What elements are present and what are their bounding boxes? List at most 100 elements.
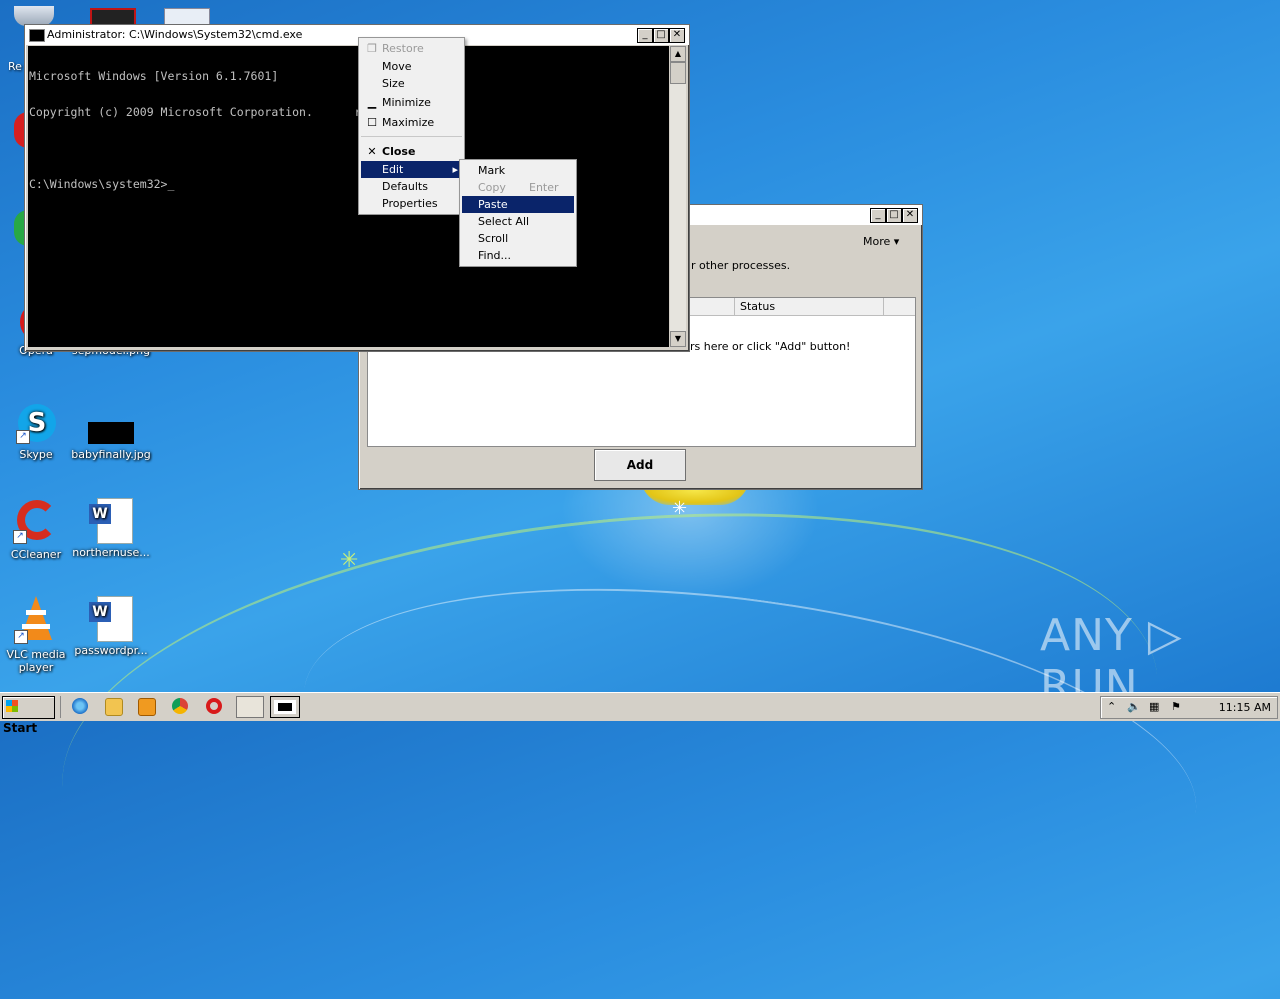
desktop-icon-label: Re bbox=[8, 60, 22, 73]
console-line: Copyright (c) 2009 Microsoft Corporation… bbox=[29, 105, 417, 119]
start-label: Start bbox=[3, 721, 38, 735]
menu-item-shortcut: Enter bbox=[529, 181, 559, 194]
network-icon[interactable]: ▦ bbox=[1149, 700, 1159, 713]
desktop-icon-ccleaner[interactable]: ↗ CCleaner bbox=[0, 498, 76, 561]
windows-logo-icon bbox=[6, 700, 18, 712]
empty-list-hint: rs here or click "Add" button! bbox=[690, 340, 851, 353]
scroll-thumb[interactable] bbox=[670, 62, 686, 84]
vertical-scrollbar[interactable]: ▲ ▼ bbox=[670, 46, 686, 347]
ie-icon[interactable] bbox=[72, 698, 88, 714]
edit-submenu[interactable]: Mark Copy Enter Paste Select All Scroll … bbox=[459, 159, 577, 267]
network-app-icon[interactable] bbox=[236, 696, 264, 718]
taskbar: Start ⌃ 🔈 ▦ ⚑ 11:15 AM bbox=[0, 692, 1280, 735]
more-button[interactable]: More ▾ bbox=[863, 235, 899, 248]
menu-item-paste[interactable]: Paste bbox=[462, 196, 574, 213]
minimize-button[interactable]: _ bbox=[637, 28, 653, 43]
system-tray: ⌃ 🔈 ▦ ⚑ 11:15 AM bbox=[1100, 696, 1278, 719]
menu-item-copy[interactable]: Copy Enter bbox=[462, 179, 574, 196]
vlc-icon: ↗ bbox=[14, 596, 58, 644]
menu-item-label: Minimize bbox=[382, 96, 431, 109]
desktop-icon-label: VLC media player bbox=[6, 648, 66, 674]
menu-item-minimize[interactable]: ▁ Minimize bbox=[361, 94, 462, 111]
maximize-button[interactable]: □ bbox=[653, 28, 669, 43]
desktop-icon-northernuse[interactable]: W northernuse... bbox=[71, 498, 151, 559]
description-text: r other processes. bbox=[691, 259, 791, 272]
menu-item-label: Defaults bbox=[382, 180, 428, 193]
menu-item-maximize[interactable]: ☐ Maximize bbox=[361, 114, 462, 131]
ccleaner-icon: ↗ bbox=[13, 498, 59, 544]
start-button[interactable]: Start bbox=[2, 696, 55, 735]
minimize-button[interactable]: _ bbox=[870, 208, 886, 223]
desktop-icon-vlc[interactable]: ↗ VLC media player bbox=[0, 596, 76, 674]
window-titlebar[interactable]: Administrator: C:\Windows\System32\cmd.e… bbox=[25, 25, 689, 45]
cmd-window[interactable]: Administrator: C:\Windows\System32\cmd.e… bbox=[24, 24, 690, 352]
desktop-icon-label: CCleaner bbox=[10, 548, 62, 561]
menu-item-label: Restore bbox=[382, 42, 424, 55]
desktop-icon-passwordpr[interactable]: W passwordpr... bbox=[71, 596, 151, 657]
desktop-icon-label: passwordpr... bbox=[74, 644, 148, 657]
restore-icon: ❐ bbox=[367, 42, 377, 55]
submenu-arrow-icon: ▸ bbox=[452, 163, 458, 176]
menu-item-size[interactable]: Size bbox=[361, 75, 462, 92]
scroll-up-icon[interactable]: ▲ bbox=[670, 46, 686, 62]
menu-item-label: Properties bbox=[382, 197, 438, 210]
menu-item-label: Scroll bbox=[478, 232, 509, 245]
menu-item-properties[interactable]: Properties bbox=[361, 195, 462, 212]
wallpaper-sparkle: ✳ bbox=[340, 548, 359, 573]
word-doc-icon: W bbox=[89, 498, 133, 544]
menu-item-move[interactable]: Move bbox=[361, 58, 462, 75]
more-label: More bbox=[863, 235, 891, 248]
menu-item-label: Paste bbox=[478, 198, 508, 211]
menu-item-label: Maximize bbox=[382, 116, 435, 129]
menu-item-label: Size bbox=[382, 77, 405, 90]
scroll-down-icon[interactable]: ▼ bbox=[670, 331, 686, 347]
window-title: Administrator: C:\Windows\System32\cmd.e… bbox=[47, 28, 303, 41]
desktop-icon-label: Skype bbox=[19, 448, 53, 461]
show-hidden-icons-icon[interactable]: ⌃ bbox=[1107, 700, 1116, 713]
menu-item-label: Select All bbox=[478, 215, 530, 228]
menu-separator bbox=[361, 136, 462, 137]
wallpaper-sparkle: ✳ bbox=[672, 498, 688, 519]
chevron-down-icon: ▾ bbox=[893, 235, 900, 248]
opera-icon[interactable] bbox=[206, 698, 222, 714]
close-icon: ✕ bbox=[367, 145, 377, 158]
media-player-icon[interactable] bbox=[138, 698, 156, 716]
chrome-icon[interactable] bbox=[172, 698, 188, 714]
system-menu[interactable]: ❐ Restore Move Size ▁ Minimize ☐ Maximize ✕… bbox=[358, 37, 465, 215]
minimize-icon: ▁ bbox=[367, 96, 377, 109]
menu-item-label: Close bbox=[382, 145, 416, 158]
menu-item-label: Edit bbox=[382, 163, 404, 176]
close-button[interactable]: ✕ bbox=[902, 208, 918, 223]
close-button[interactable]: ✕ bbox=[669, 28, 685, 43]
column-status[interactable]: Status bbox=[740, 300, 775, 313]
action-center-flag-icon[interactable]: ⚑ bbox=[1171, 700, 1181, 713]
desktop-icon-label: babyfinally.jpg bbox=[71, 448, 151, 461]
menu-item-restore[interactable]: ❐ Restore bbox=[361, 40, 462, 57]
word-doc-icon: W bbox=[89, 596, 133, 642]
volume-icon[interactable]: 🔈 bbox=[1127, 700, 1141, 713]
menu-item-label: Copy bbox=[478, 181, 506, 194]
desktop-icon-babyfinally[interactable]: babyfinally.jpg bbox=[71, 404, 151, 461]
clock[interactable]: 11:15 AM bbox=[1219, 701, 1271, 714]
image-file-icon bbox=[88, 404, 134, 444]
skype-icon: S ↗ bbox=[16, 404, 56, 444]
menu-item-scroll[interactable]: Scroll bbox=[462, 230, 574, 247]
menu-item-find[interactable]: Find... bbox=[462, 247, 574, 264]
menu-item-select-all[interactable]: Select All bbox=[462, 213, 574, 230]
cmd-icon[interactable] bbox=[29, 29, 45, 42]
menu-item-label: Move bbox=[382, 60, 412, 73]
menu-item-defaults[interactable]: Defaults bbox=[361, 178, 462, 195]
console-line: Microsoft Windows [Version 6.1.7601] bbox=[29, 69, 279, 83]
desktop-icon-skype[interactable]: S ↗ Skype bbox=[0, 404, 76, 461]
recycle-bin-icon[interactable] bbox=[14, 6, 54, 26]
menu-item-mark[interactable]: Mark bbox=[462, 162, 574, 179]
desktop-icon-label: northernuse... bbox=[72, 546, 150, 559]
add-button[interactable]: Add bbox=[594, 449, 686, 481]
menu-item-label: Find... bbox=[478, 249, 512, 262]
cmd-icon[interactable] bbox=[270, 696, 300, 718]
maximize-button[interactable]: □ bbox=[886, 208, 902, 223]
menu-item-close[interactable]: ✕ Close bbox=[361, 143, 462, 160]
explorer-icon[interactable] bbox=[105, 698, 123, 716]
menu-item-edit[interactable]: Edit ▸ bbox=[361, 161, 462, 178]
